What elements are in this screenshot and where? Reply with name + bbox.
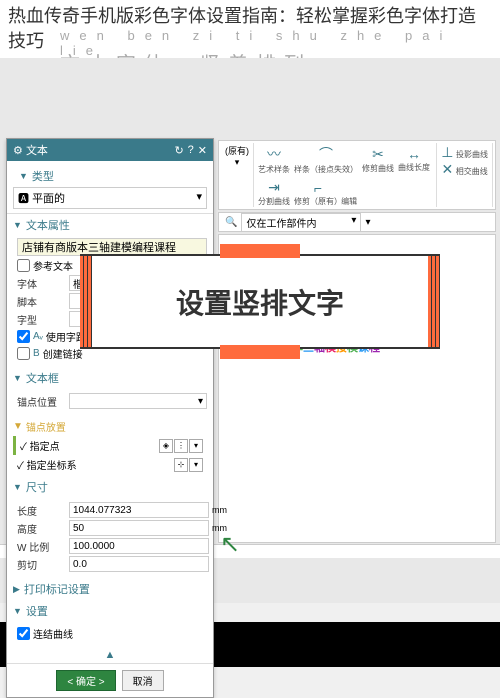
- instruction-banner: 设置竖排文字: [80, 254, 440, 349]
- intersect-button[interactable]: ✕ 相交曲线: [442, 161, 488, 178]
- ruler-top-icon: [220, 244, 300, 258]
- project-icon: ⊥: [441, 144, 453, 160]
- scissors-icon: ✂: [372, 146, 384, 163]
- fit-curve-button[interactable]: ⌒ 样条（接点失效）: [294, 144, 358, 175]
- ref-text-checkbox[interactable]: [17, 259, 30, 272]
- anchor-place-header[interactable]: ▼锚点放置: [13, 419, 207, 434]
- reset-icon[interactable]: ↻: [174, 144, 183, 157]
- point-menu-icon[interactable]: ⋮: [174, 439, 188, 453]
- chevron-right-icon: ▶: [13, 584, 20, 595]
- specify-point-option[interactable]: ✓ 指定点 ◈ ⋮ ▾: [13, 436, 207, 455]
- art-spline-button[interactable]: 〰 艺术样条: [258, 144, 290, 175]
- cursor-pointer-icon: ↖: [220, 530, 240, 559]
- ribbon-menu-group[interactable]: (原有) ▾: [221, 143, 254, 207]
- csys-dropdown-icon[interactable]: ▾: [189, 458, 203, 472]
- point-dropdown-icon[interactable]: ▾: [189, 439, 203, 453]
- text-frame-header[interactable]: ▼ 文本框: [7, 367, 213, 389]
- banner-text: 设置竖排文字: [176, 282, 344, 322]
- csys-picker-icon[interactable]: ⊹: [174, 458, 188, 472]
- size-header[interactable]: ▼ 尺寸: [7, 476, 213, 498]
- workspace-bar: 🔍 仅在工作部件内▾ ▾: [218, 212, 496, 232]
- anchor-pos-dropdown[interactable]: ▾: [69, 393, 207, 409]
- point-picker-icon[interactable]: ◈: [159, 439, 173, 453]
- dialog-titlebar[interactable]: ⚙ 文本 ↻ ? ✕: [7, 139, 213, 161]
- chevron-down-icon: ▾: [235, 157, 240, 168]
- chevron-down-icon: ▼: [19, 171, 28, 181]
- main-area: ⚙ 文本 ↻ ? ✕ ▼ 类型 🅰 平面的 ▾ ▼ 文本属性: [0, 58, 500, 603]
- settings-header[interactable]: ▼ 设置: [7, 600, 213, 622]
- confirm-button[interactable]: < 确定 >: [56, 670, 115, 691]
- close-icon[interactable]: ✕: [198, 144, 207, 157]
- cancel-button[interactable]: 取消: [122, 670, 164, 691]
- collapse-icon[interactable]: ▲: [105, 649, 116, 661]
- use-char-checkbox[interactable]: [17, 330, 30, 343]
- length-input[interactable]: [69, 502, 209, 518]
- corner-icon: ⌐: [314, 180, 322, 196]
- ribbon-toolbar: (原有) ▾ 〰 艺术样条 ⌒ 样条（接点失效） ✂ 修剪曲线 ↔ 曲线长度 ⇥: [218, 140, 496, 210]
- chevron-down-icon: ▼: [13, 373, 22, 383]
- pin-icon[interactable]: ⚙: [13, 145, 23, 157]
- scope-dropdown[interactable]: 仅在工作部件内▾: [241, 213, 361, 232]
- curve-length-button[interactable]: ↔ 曲线长度: [398, 146, 430, 173]
- spline-icon: 〰: [267, 144, 281, 164]
- chevron-down-icon: ▼: [13, 482, 22, 492]
- w-ratio-input[interactable]: [69, 538, 209, 554]
- split-icon: ⇥: [268, 179, 280, 196]
- cut-input[interactable]: [69, 556, 209, 572]
- create-link-checkbox[interactable]: [17, 347, 30, 360]
- length-icon: ↔: [407, 146, 421, 162]
- height-input[interactable]: [69, 520, 209, 536]
- type-dropdown[interactable]: 🅰 平面的 ▾: [13, 187, 207, 209]
- chevron-down-icon: ▾: [196, 190, 202, 206]
- scope-icon[interactable]: 🔍: [225, 217, 237, 228]
- text-props-header[interactable]: ▼ 文本属性: [7, 214, 213, 236]
- text-dialog: ⚙ 文本 ↻ ? ✕ ▼ 类型 🅰 平面的 ▾ ▼ 文本属性: [6, 138, 214, 698]
- curve-checkbox[interactable]: [17, 627, 30, 640]
- chevron-down-icon: ▼: [13, 606, 22, 616]
- trim-button[interactable]: ✂ 修剪曲线: [362, 146, 394, 174]
- curve-icon: ⌒: [319, 144, 333, 164]
- project-button[interactable]: ⊥ 投影曲线: [441, 144, 488, 161]
- specify-csys-option[interactable]: ✓ 指定坐标系 ⊹ ▾: [13, 455, 207, 474]
- print-mark-header[interactable]: ▶ 打印标记设置: [7, 578, 213, 600]
- ruler-bottom-icon: [220, 345, 300, 359]
- filter-icon[interactable]: ▾: [365, 217, 370, 228]
- help-icon[interactable]: ?: [188, 144, 194, 157]
- edit-group-label: 编辑: [258, 196, 440, 207]
- intersect-icon: ✕: [442, 161, 454, 177]
- chevron-down-icon: ▼: [13, 220, 22, 230]
- type-section-header[interactable]: ▼ 类型: [13, 165, 207, 187]
